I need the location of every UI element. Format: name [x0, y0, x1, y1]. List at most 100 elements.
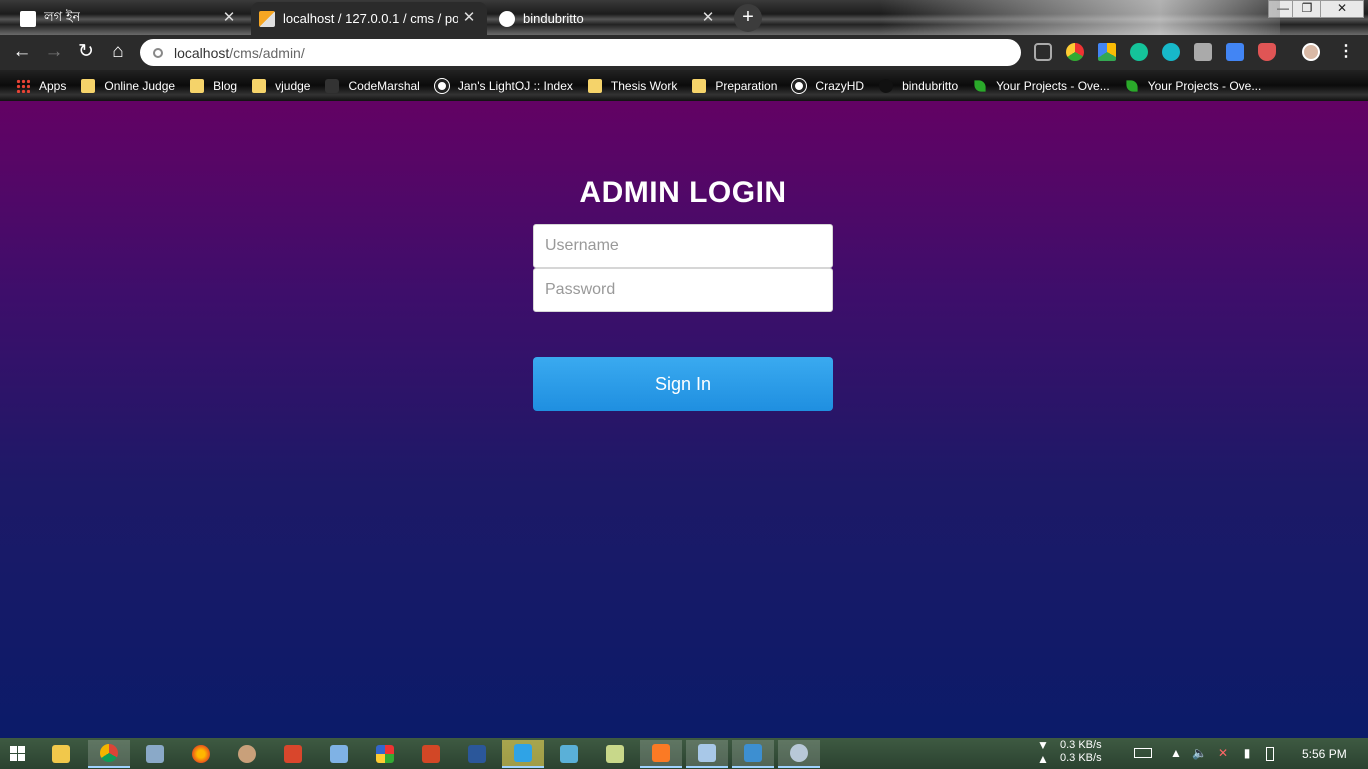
browser-toolbar: ← → ↻ ⌂ localhost/cms/admin/ ⋮	[0, 35, 1368, 70]
bookmark-your-projects[interactable]: Your Projects - Ove...	[973, 79, 1110, 93]
powerpoint-icon[interactable]	[410, 740, 452, 768]
bookmark-online-judge[interactable]: Online Judge	[81, 78, 176, 93]
uget-icon[interactable]	[272, 740, 314, 768]
bookmark-bindubritto[interactable]: bindubritto	[879, 78, 959, 93]
mercury-icon[interactable]	[1162, 43, 1180, 61]
github-icon	[879, 78, 894, 93]
menu-icon[interactable]: ⋮	[1338, 43, 1354, 63]
volume-icon[interactable]: 🔈	[1192, 747, 1207, 760]
bookmark-lightoj[interactable]: Jan's LightOJ :: Index	[434, 78, 573, 93]
tab-close-icon[interactable]: ✕	[700, 10, 716, 26]
upload-arrow-icon: ▲	[1037, 752, 1049, 766]
tab-strip: লগ ইন ✕ localhost / 127.0.0.1 / cms / po…	[0, 0, 1368, 35]
github-icon	[499, 10, 515, 27]
network-app-icon[interactable]	[778, 740, 820, 768]
download-arrow-icon: ▼	[1037, 738, 1049, 752]
bookmark-label: Your Projects - Ove...	[996, 78, 1110, 93]
restore-button[interactable]: ❐	[1292, 0, 1322, 18]
calculator-icon[interactable]	[318, 740, 360, 768]
bookmarks-bar: Apps Online Judge Blog vjudge CodeMarsha…	[0, 70, 1368, 101]
network-speed: 0.3 KB/s 0.3 KB/s	[1060, 739, 1102, 765]
windows-start-icon[interactable]	[10, 746, 26, 762]
bookmark-blog[interactable]: Blog	[190, 78, 238, 93]
grammarly-icon[interactable]	[1130, 43, 1148, 61]
net-up-speed: 0.3 KB/s	[1060, 752, 1102, 764]
bookmark-label: Blog	[213, 78, 238, 93]
bookmark-label: Online Judge	[104, 78, 176, 93]
profile-avatar[interactable]	[1302, 43, 1320, 61]
signal-icon[interactable]: ▮	[1240, 747, 1254, 760]
screenshot-icon[interactable]	[1194, 43, 1212, 61]
new-tab-button[interactable]: +	[734, 4, 762, 32]
battery-icon[interactable]	[1266, 747, 1274, 761]
apps-tile-icon[interactable]	[364, 740, 406, 768]
site-info-icon[interactable]	[153, 47, 163, 58]
drive-icon[interactable]	[1098, 43, 1116, 61]
word-icon[interactable]	[456, 740, 498, 768]
tab-github[interactable]: bindubritto ✕	[489, 2, 726, 35]
firefox-icon[interactable]	[180, 740, 222, 768]
reload-icon[interactable]: ↻	[74, 40, 98, 64]
page-title: ADMIN LOGIN	[579, 176, 787, 209]
apps-grid-icon	[16, 78, 30, 93]
media-player-icon[interactable]	[502, 740, 544, 768]
tab-title: লগ ইন	[44, 9, 81, 24]
bookmark-label: Jan's LightOJ :: Index	[457, 78, 573, 93]
bookmark-your-projects[interactable]: Your Projects - Ove...	[1125, 78, 1262, 93]
pocket-icon[interactable]	[1034, 43, 1052, 61]
globe-icon	[792, 78, 807, 93]
bookmark-label: vjudge	[275, 78, 311, 93]
page-favicon-icon	[20, 10, 36, 27]
xampp-icon[interactable]	[640, 740, 682, 768]
bookmark-label: bindubritto	[902, 78, 959, 93]
bookmark-crazyhd[interactable]: CrazyHD	[792, 78, 865, 93]
sign-in-button[interactable]: Sign In	[533, 357, 833, 411]
bookmark-codemarshal[interactable]: CodeMarshal	[325, 78, 420, 93]
sticky-notes-icon[interactable]	[686, 740, 728, 768]
folder-icon	[81, 78, 96, 93]
paint-icon[interactable]	[226, 740, 268, 768]
tab-title: localhost / 127.0.0.1 / cms / posts	[283, 11, 458, 26]
bookmark-label: CrazyHD	[815, 78, 865, 93]
leaf-icon	[1126, 79, 1138, 92]
address-url[interactable]: localhost/cms/admin/	[174, 45, 305, 61]
keyboard-icon[interactable]	[1134, 748, 1152, 758]
clock[interactable]: 5:56 PM	[1302, 747, 1347, 761]
translate-icon[interactable]	[1226, 43, 1244, 61]
folder-icon	[587, 78, 602, 93]
tab-close-icon[interactable]: ✕	[461, 10, 477, 26]
username-input[interactable]	[533, 224, 833, 268]
tab-phpmyadmin[interactable]: localhost / 127.0.0.1 / cms / posts ✕	[251, 2, 487, 35]
keyboard-app-icon[interactable]	[548, 740, 590, 768]
back-arrow-icon[interactable]: ←	[10, 40, 34, 64]
folder-icon	[190, 78, 205, 93]
tab-title: bindubritto	[523, 11, 584, 26]
home-icon[interactable]: ⌂	[106, 40, 130, 64]
bookmark-apps[interactable]: Apps	[16, 78, 66, 93]
installer-icon[interactable]	[732, 740, 774, 768]
net-down-speed: 0.3 KB/s	[1060, 739, 1102, 751]
close-window-button[interactable]: ✕	[1320, 0, 1364, 18]
network-disconnected-icon[interactable]: ✕	[1216, 747, 1230, 760]
bookmark-label: Your Projects - Ove...	[1147, 78, 1262, 93]
file-explorer-icon[interactable]	[40, 740, 82, 768]
folder-icon	[692, 78, 707, 93]
forward-arrow-icon[interactable]: →	[42, 40, 66, 64]
globe-icon	[434, 78, 449, 93]
control-panel-icon[interactable]	[134, 740, 176, 768]
chevron-up-icon[interactable]: ▲	[1169, 747, 1183, 760]
extension-icon[interactable]	[1066, 43, 1084, 61]
chrome-icon[interactable]	[88, 740, 130, 768]
address-bar[interactable]: localhost/cms/admin/	[140, 39, 1021, 66]
bookmark-label: Preparation	[715, 78, 778, 93]
shield-icon[interactable]	[1258, 43, 1276, 61]
notepad-icon[interactable]	[594, 740, 636, 768]
tab-close-icon[interactable]: ✕	[221, 10, 237, 26]
admin-login-page: ADMIN LOGIN Sign In	[0, 101, 1368, 738]
bookmark-preparation[interactable]: Preparation	[692, 78, 778, 93]
tab-login[interactable]: লগ ইন ✕	[0, 2, 247, 35]
folder-icon	[252, 78, 267, 93]
password-input[interactable]	[533, 268, 833, 312]
bookmark-vjudge[interactable]: vjudge	[252, 78, 311, 93]
bookmark-thesis-work[interactable]: Thesis Work	[587, 78, 677, 93]
